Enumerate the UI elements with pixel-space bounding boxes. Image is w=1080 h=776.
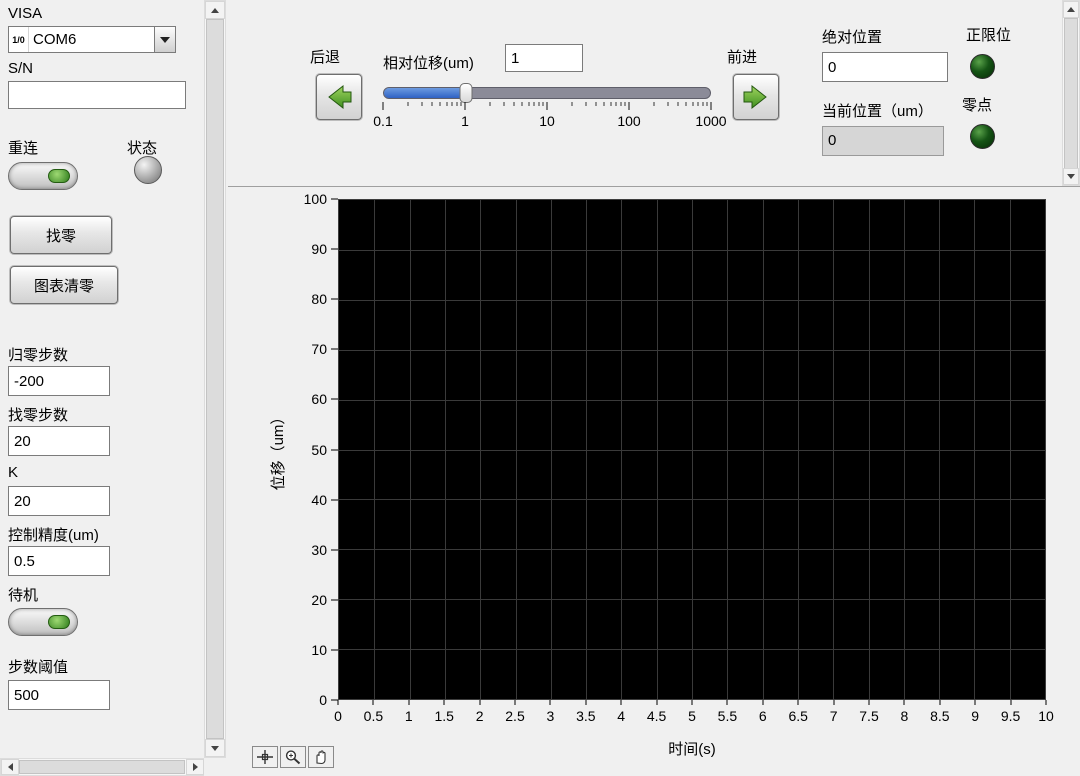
visa-label: VISA: [8, 5, 42, 22]
pan-tool-button[interactable]: [308, 746, 334, 768]
y-tick-labels: 0102030405060708090100: [288, 199, 338, 700]
threshold-label: 步数阈值: [8, 656, 68, 677]
absolute-position-label: 绝对位置: [822, 26, 882, 47]
status-label: 状态: [127, 137, 157, 158]
window: VISA 1/0 COM6 S/N 重连 状态 找零 图表清零 归零步数 找零步…: [0, 0, 1080, 776]
absolute-position-input[interactable]: [822, 52, 948, 82]
cursor-tool-button[interactable]: [252, 746, 278, 768]
slider-ticks: [383, 102, 711, 112]
zoom-icon: [284, 749, 302, 765]
status-led: [134, 156, 162, 184]
relative-displacement-input[interactable]: [505, 44, 583, 72]
home-steps-label: 归零步数: [8, 344, 68, 365]
scroll-up-button[interactable]: [1063, 1, 1079, 18]
scroll-down-icon: [1067, 174, 1075, 179]
slider-fill: [384, 88, 466, 98]
scroll-down-button[interactable]: [205, 739, 225, 757]
panel-vertical-scrollbar[interactable]: [1062, 0, 1080, 186]
back-arrow-icon: [323, 82, 355, 112]
sn-input[interactable]: [8, 81, 186, 109]
back-label: 后退: [310, 46, 340, 67]
scrollbar-thumb[interactable]: [1064, 18, 1078, 169]
zero-point-label: 零点: [962, 94, 992, 115]
scrollbar-thumb[interactable]: [206, 19, 224, 739]
visa-combo-value: COM6: [29, 27, 154, 52]
relative-displacement-label: 相对位移(um): [383, 52, 474, 73]
chart-x-axis-title: 时间(s): [592, 738, 792, 759]
threshold-input[interactable]: [8, 680, 110, 710]
precision-label: 控制精度(um): [8, 524, 99, 545]
sidebar-vertical-scrollbar[interactable]: [204, 0, 226, 758]
pan-hand-icon: [312, 749, 330, 765]
find-zero-button[interactable]: 找零: [10, 216, 112, 254]
sn-label: S/N: [8, 60, 33, 77]
sidebar-horizontal-scrollbar[interactable]: [0, 758, 204, 776]
toggle-knob-icon: [48, 169, 70, 183]
reconnect-toggle[interactable]: [8, 162, 78, 190]
scroll-left-button[interactable]: [1, 759, 19, 775]
visa-combo[interactable]: 1/0 COM6: [8, 26, 176, 53]
chart-y-axis-title: 位移（um）: [267, 320, 287, 580]
relative-displacement-slider[interactable]: [383, 87, 711, 99]
standby-label: 待机: [8, 584, 38, 605]
k-label: K: [8, 464, 18, 481]
slider-thumb[interactable]: [459, 83, 472, 103]
visa-combo-dropdown-button[interactable]: [154, 27, 175, 52]
scrollbar-corner: [204, 758, 226, 776]
panel-separator: [228, 186, 1080, 187]
current-position-indicator: 0: [822, 126, 944, 156]
crosshair-icon: [256, 749, 274, 765]
home-steps-input[interactable]: [8, 366, 110, 396]
precision-input[interactable]: [8, 546, 110, 576]
findzero-steps-label: 找零步数: [8, 404, 68, 425]
reconnect-label: 重连: [8, 137, 38, 158]
k-input[interactable]: [8, 486, 110, 516]
scroll-left-icon: [8, 763, 13, 771]
slider-tick-labels: 0.11101001000: [383, 113, 711, 131]
zoom-tool-button[interactable]: [280, 746, 306, 768]
toggle-knob-icon: [48, 615, 70, 629]
clear-chart-button[interactable]: 图表清零: [10, 266, 118, 304]
scroll-down-icon: [211, 746, 219, 751]
scroll-down-button[interactable]: [1063, 168, 1079, 185]
scroll-up-button[interactable]: [205, 1, 225, 19]
scroll-up-icon: [211, 8, 219, 13]
scroll-right-button[interactable]: [186, 759, 204, 775]
positive-limit-led: [970, 54, 995, 79]
x-tick-labels: 00.511.522.533.544.555.566.577.588.599.5…: [338, 700, 1046, 732]
positive-limit-label: 正限位: [966, 24, 1011, 45]
back-button[interactable]: [316, 74, 362, 120]
plot-area[interactable]: [338, 199, 1046, 700]
visa-io-icon: 1/0: [9, 27, 29, 52]
forward-button[interactable]: [733, 74, 779, 120]
forward-label: 前进: [727, 46, 757, 67]
scrollbar-thumb[interactable]: [19, 760, 185, 774]
current-position-label: 当前位置（um）: [822, 100, 933, 121]
standby-toggle[interactable]: [8, 608, 78, 636]
scroll-up-icon: [1067, 7, 1075, 12]
findzero-steps-input[interactable]: [8, 426, 110, 456]
zero-point-led: [970, 124, 995, 149]
dropdown-arrow-icon: [160, 37, 170, 43]
scroll-right-icon: [193, 763, 198, 771]
forward-arrow-icon: [740, 82, 772, 112]
